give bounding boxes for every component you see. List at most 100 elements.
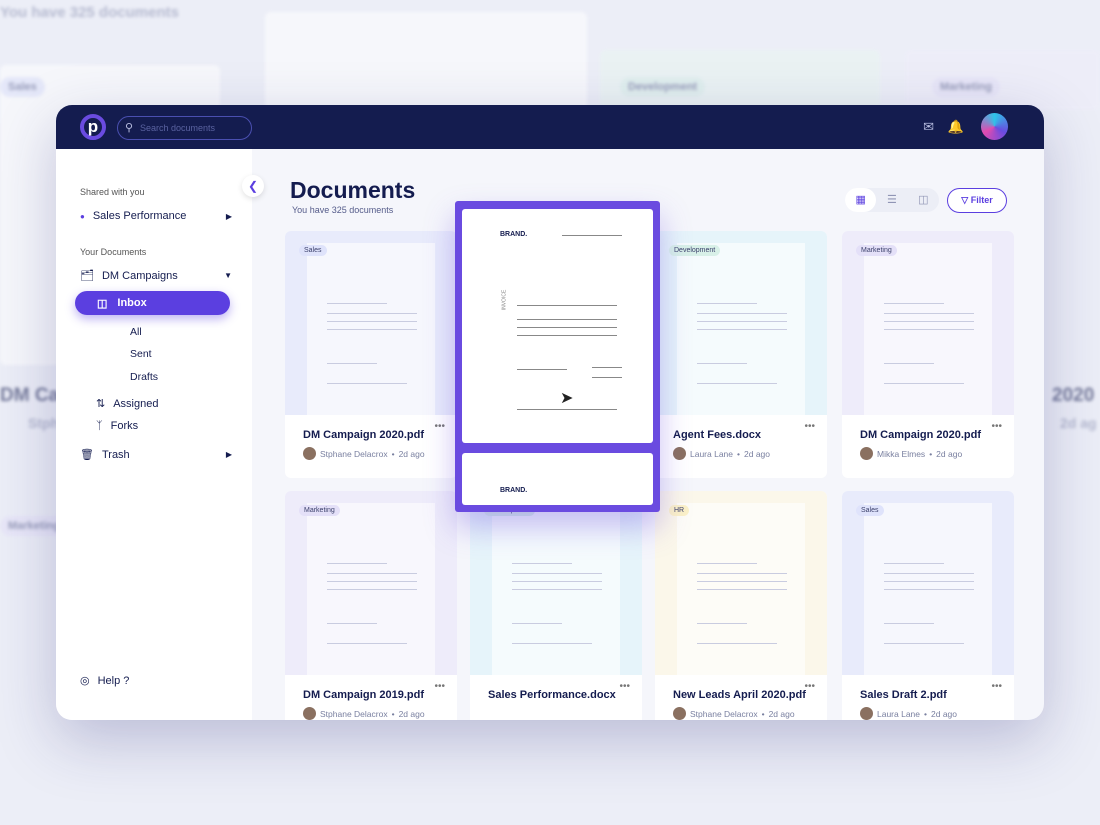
card-preview: Development	[655, 231, 827, 415]
sidebar-item-dm-campaigns[interactable]: 🗂 DM Campaigns ▼	[80, 269, 232, 282]
document-card[interactable]: Marketing ••• DM Campaign 2019.pdf Stphan…	[285, 491, 457, 720]
card-title: Sales Performance.docx	[488, 689, 616, 701]
author-avatar	[860, 707, 873, 720]
author-avatar	[860, 447, 873, 460]
card-tag: Development	[669, 245, 720, 256]
card-tag: Marketing	[856, 245, 897, 256]
search-placeholder: Search documents	[140, 123, 215, 133]
card-title: Agent Fees.docx	[673, 429, 761, 441]
card-tag: Sales	[856, 505, 884, 516]
sidebar-item-all[interactable]: All	[130, 326, 142, 338]
card-time: 2d ago	[399, 449, 425, 459]
card-title: DM Campaign 2019.pdf	[303, 689, 424, 701]
list-view-icon[interactable]: ☰	[876, 188, 907, 212]
card-meta: Stphane Delacrox•2d ago	[303, 707, 425, 720]
app-window: p ⚲Search documents ✉ 🔔 Shared with you …	[56, 105, 1044, 720]
columns-view-icon[interactable]: ◫	[908, 188, 939, 212]
author-avatar	[303, 707, 316, 720]
card-meta: Mikka Elmes•2d ago	[860, 447, 962, 460]
bg-tag: Development	[620, 77, 705, 97]
caret-right-icon: ▶	[226, 212, 232, 221]
author-name: Stphane Delacrox	[320, 709, 388, 719]
document-card[interactable]: HR ••• New Leads April 2020.pdfStphane D…	[655, 491, 827, 720]
caret-right-icon: ▶	[226, 450, 232, 459]
card-title: DM Campaign 2020.pdf	[860, 429, 981, 441]
folder-icon: 🗂	[80, 269, 94, 282]
bg-text: 2020	[1052, 385, 1094, 407]
card-tag: HR	[669, 505, 689, 516]
filter-label: Filter	[971, 195, 993, 205]
card-tag: Sales	[299, 245, 327, 256]
more-options-icon[interactable]: •••	[804, 681, 815, 692]
document-count: You have 325 documents	[292, 205, 393, 215]
caret-down-icon: ▼	[224, 271, 232, 280]
dragged-document[interactable]: BRAND. INVOICE BRAND.	[455, 201, 660, 512]
bg-text: DM Ca	[0, 385, 59, 407]
bg-tag: Marketing	[932, 77, 1000, 97]
document-card[interactable]: Sales ••• Sales Draft 2.pdf Laura Lane•2d…	[842, 491, 1014, 720]
card-time: 2d ago	[769, 709, 795, 719]
author-name: Laura Lane	[877, 709, 920, 719]
search-input[interactable]: ⚲ Search documents	[117, 116, 252, 140]
swap-icon: ⇅	[96, 397, 105, 410]
sidebar-item-drafts[interactable]: Drafts	[130, 371, 158, 383]
card-preview: Marketing	[285, 491, 457, 675]
document-card[interactable]: Sales ••• DM Campaign 2020.pdfStphane De…	[285, 231, 457, 478]
author-avatar	[673, 447, 686, 460]
card-meta: Laura Lane•2d ago	[860, 707, 957, 720]
more-options-icon[interactable]: •••	[619, 681, 630, 692]
mail-icon[interactable]: ✉	[923, 119, 934, 135]
bell-icon[interactable]: 🔔	[948, 119, 964, 135]
card-title: Sales Draft 2.pdf	[860, 689, 947, 701]
card-tag: Marketing	[299, 505, 340, 516]
sidebar-item-forks[interactable]: ᛉForks	[96, 420, 232, 432]
card-preview: HR	[655, 491, 827, 675]
document-card[interactable]: Marketing ••• DM Campaign 2020.pdf Mikka …	[842, 231, 1014, 478]
more-options-icon[interactable]: •••	[804, 421, 815, 432]
author-avatar	[303, 447, 316, 460]
card-time: 2d ago	[936, 449, 962, 459]
card-time: 2d ago	[744, 449, 770, 459]
fork-icon: ᛉ	[96, 420, 103, 432]
inbox-icon: ◫	[97, 297, 107, 310]
item-label: DM Campaigns	[102, 270, 178, 282]
item-label: Help ?	[98, 675, 130, 687]
bg-text: 2d ag	[1060, 415, 1097, 431]
sidebar-item-sent[interactable]: Sent	[130, 348, 152, 360]
help-link[interactable]: ◎ Help ?	[80, 674, 232, 687]
grid-view-icon[interactable]: ▦	[845, 188, 876, 212]
more-options-icon[interactable]: •••	[434, 681, 445, 692]
more-options-icon[interactable]: •••	[991, 421, 1002, 432]
bg-text: Stph	[28, 415, 59, 431]
sidebar-item-inbox[interactable]: ◫ Inbox	[75, 291, 230, 315]
card-time: 2d ago	[931, 709, 957, 719]
filter-button[interactable]: ▽ Filter	[947, 188, 1007, 213]
document-card[interactable]: Development ••• Agent Fees.docxLaura Lan…	[655, 231, 827, 478]
author-avatar	[673, 707, 686, 720]
card-time: 2d ago	[399, 709, 425, 719]
filter-icon: ▽	[961, 195, 968, 205]
view-toggle: ▦ ☰ ◫	[845, 188, 939, 212]
sidebar-item-assigned[interactable]: ⇅ Assigned	[96, 397, 232, 410]
document-page: BRAND.	[462, 453, 653, 505]
collapse-sidebar-button[interactable]: ❮	[242, 175, 264, 197]
search-icon: ⚲	[125, 117, 133, 139]
invoice-label: INVOICE	[501, 290, 507, 311]
trash-icon: 🗑	[80, 448, 94, 461]
app-logo[interactable]: p	[80, 114, 106, 140]
card-preview: Sales	[285, 231, 457, 415]
more-options-icon[interactable]: •••	[434, 421, 445, 432]
more-options-icon[interactable]: •••	[991, 681, 1002, 692]
author-name: Stphane Delacrox	[690, 709, 758, 719]
item-label: Inbox	[117, 297, 146, 309]
card-preview: Development	[470, 491, 642, 675]
item-label: Assigned	[113, 398, 158, 410]
help-icon: ◎	[80, 674, 90, 687]
sidebar-item-sales-performance[interactable]: ●Sales Performance▶	[80, 210, 232, 222]
user-avatar[interactable]	[981, 113, 1008, 140]
document-card[interactable]: Development ••• Sales Performance.docx	[470, 491, 642, 720]
author-name: Mikka Elmes	[877, 449, 925, 459]
sidebar-item-trash[interactable]: 🗑Trash▶	[80, 448, 232, 461]
item-label: Sales Performance	[93, 210, 187, 222]
bg-tag: Sales	[0, 77, 45, 97]
